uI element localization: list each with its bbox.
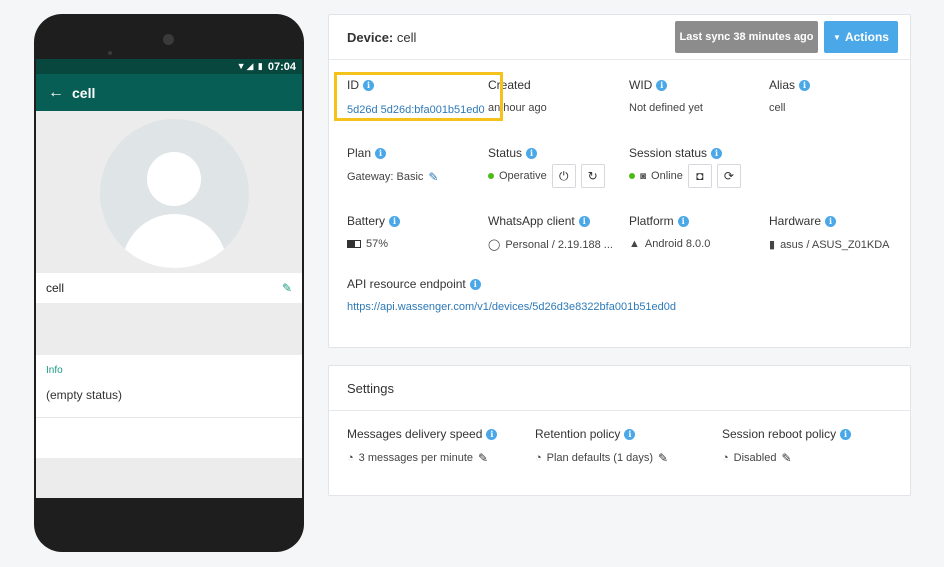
power-icon[interactable]: ⏻	[551, 164, 576, 188]
field-whatsapp-client: WhatsApp client i ◯ Personal / 2.19.188 .…	[488, 214, 613, 251]
status-dot-icon	[488, 173, 494, 179]
info-icon[interactable]: i	[469, 278, 481, 290]
field-platform: Platform i ▲ Android 8.0.0	[629, 214, 711, 250]
alias-value: cell	[769, 102, 786, 114]
field-alias: Alias i cell	[769, 78, 811, 114]
field-plan: Plan i Gateway: Basic ✎	[347, 146, 439, 184]
info-icon[interactable]: i	[486, 428, 498, 440]
status-value: Operative	[499, 170, 547, 182]
android-icon: ▲	[629, 238, 640, 250]
hardware-value: asus / ASUS_Z01KDA	[780, 238, 890, 251]
session-status-value: Online	[651, 170, 683, 182]
device-card-header: Device: cell Last sync 38 minutes ago ▼ …	[329, 15, 910, 60]
plan-value: Gateway: Basic	[347, 171, 424, 183]
reboot-value: Disabled	[733, 452, 777, 464]
profile-photo-area	[36, 111, 302, 273]
speedometer-icon: ◔	[535, 452, 542, 464]
whatsapp-client-value: Personal / 2.19.188 ...	[505, 238, 613, 251]
info-icon[interactable]: i	[711, 147, 723, 159]
device-card: Device: cell Last sync 38 minutes ago ▼ …	[328, 14, 911, 348]
info-icon[interactable]: i	[526, 147, 538, 159]
screenshot-icon[interactable]: ◘	[687, 164, 712, 188]
wid-value: Not defined yet	[629, 102, 703, 114]
id-highlight-box	[334, 72, 503, 121]
device-title: Device: cell	[347, 29, 417, 45]
info-icon[interactable]: i	[840, 428, 852, 440]
phone-status-bar: ▼◢ ▮ 07:04	[36, 59, 302, 74]
restart-icon[interactable]: ↻	[580, 164, 605, 188]
info-icon[interactable]: i	[389, 215, 401, 227]
phone-sensor	[108, 51, 112, 55]
sync-icon[interactable]: ⟳	[716, 164, 741, 188]
mobile-icon: ▮	[769, 239, 776, 251]
phone-camera	[163, 34, 174, 45]
avatar-placeholder-icon	[100, 119, 249, 268]
info-icon[interactable]: i	[624, 428, 636, 440]
battery-value: 57%	[366, 238, 389, 250]
app-bar-title: cell	[72, 84, 96, 101]
battery-icon	[347, 240, 361, 248]
field-battery: Battery i 57%	[347, 214, 401, 250]
settings-card: Settings Messages delivery speed i ◔ 3 me…	[328, 365, 911, 496]
edit-retention-icon[interactable]: ✎	[658, 451, 668, 465]
online-dot-icon	[629, 173, 635, 179]
profile-name: cell	[46, 281, 65, 295]
whatsapp-small-icon: ◙	[640, 170, 647, 182]
phone-mockup: ▼◢ ▮ 07:04 ← cell cell ✎ Info (empty sta…	[34, 14, 304, 552]
info-icon[interactable]: i	[375, 147, 387, 159]
back-arrow-icon[interactable]: ←	[48, 84, 64, 102]
info-icon[interactable]: i	[578, 215, 590, 227]
info-title: Info	[46, 365, 63, 376]
field-reboot-policy: Session reboot policy i ◔ Disabled ✎	[722, 427, 852, 465]
field-wid: WID i Not defined yet	[629, 78, 703, 114]
delivery-speed-value: 3 messages per minute	[358, 452, 473, 464]
platform-value: Android 8.0.0	[644, 238, 711, 250]
field-status: Status i Operative ⏻ ↻	[488, 146, 605, 188]
field-api-endpoint: API resource endpoint i https://api.wasse…	[347, 277, 677, 313]
field-session-status: Session status i ◙ Online ◘ ⟳	[629, 146, 741, 188]
field-hardware: Hardware i ▮ asus / ASUS_Z01KDA	[769, 214, 890, 251]
info-status: (empty status)	[46, 388, 123, 402]
phone-screen: ▼◢ ▮ 07:04 ← cell cell ✎ Info (empty sta…	[36, 59, 302, 498]
info-icon[interactable]: i	[677, 215, 689, 227]
settings-card-header: Settings	[329, 366, 910, 411]
whatsapp-icon: ◯	[488, 239, 501, 251]
speedometer-icon: ◔	[722, 452, 729, 464]
edit-reboot-icon[interactable]: ✎	[781, 451, 791, 465]
info-icon[interactable]: i	[656, 79, 668, 91]
info-icon[interactable]: i	[825, 215, 837, 227]
profile-name-row[interactable]: cell ✎	[36, 273, 302, 303]
edit-delivery-icon[interactable]: ✎	[478, 451, 488, 465]
edit-plan-icon[interactable]: ✎	[428, 170, 438, 184]
phone-app-bar: ← cell	[36, 74, 302, 111]
profile-info-section: Info (empty status)	[36, 355, 302, 417]
field-retention-policy: Retention policy i ◔ Plan defaults (1 day…	[535, 427, 669, 465]
retention-value: Plan defaults (1 days)	[546, 452, 654, 464]
actions-button[interactable]: ▼ Actions	[824, 21, 898, 53]
last-sync-button[interactable]: Last sync 38 minutes ago	[675, 21, 818, 53]
settings-title: Settings	[347, 380, 394, 396]
speedometer-icon: ◔	[347, 452, 354, 464]
api-endpoint-link[interactable]: https://api.wassenger.com/v1/devices/5d2…	[347, 301, 676, 313]
info-icon[interactable]: i	[799, 79, 811, 91]
signal-battery-icons: ▼◢ ▮	[236, 61, 264, 71]
edit-pencil-icon[interactable]: ✎	[282, 281, 292, 295]
caret-down-icon: ▼	[833, 32, 841, 42]
status-time: 07:04	[267, 60, 296, 73]
field-delivery-speed: Messages delivery speed i ◔ 3 messages pe…	[347, 427, 498, 465]
